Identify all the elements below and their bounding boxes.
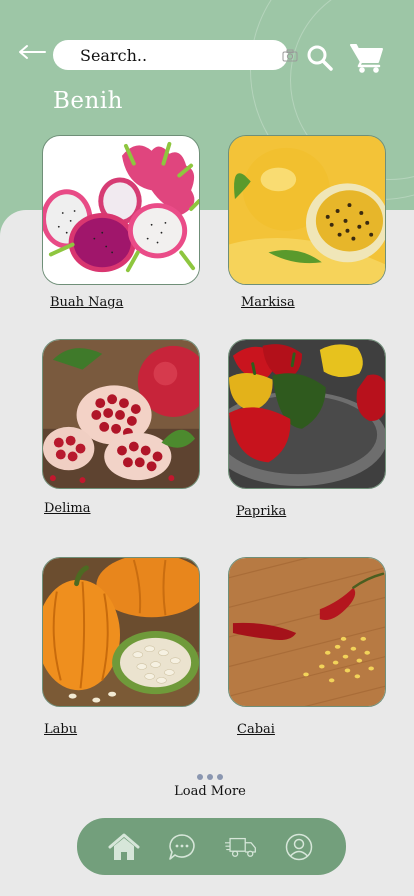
nav-home[interactable] [108, 831, 140, 863]
nav-profile[interactable] [283, 831, 315, 863]
bell-peppers-image [229, 340, 385, 488]
camera-icon[interactable] [282, 48, 298, 62]
chili-image [229, 558, 385, 706]
passion-fruit-image [229, 136, 385, 284]
profile-icon [285, 833, 313, 860]
arrow-left-icon [19, 45, 46, 59]
search-button[interactable] [306, 44, 334, 72]
product-label-pomegranate[interactable]: Delima [44, 501, 91, 516]
cart-icon [350, 44, 383, 73]
page-title: Benih [53, 88, 123, 114]
product-label-chili[interactable]: Cabai [237, 722, 275, 737]
product-card-passion-fruit[interactable] [228, 135, 386, 285]
product-label-dragon-fruit[interactable]: Buah Naga [50, 295, 123, 310]
product-card-dragon-fruit[interactable] [42, 135, 200, 285]
product-label-pumpkin[interactable]: Labu [44, 722, 77, 737]
product-card-pumpkin[interactable] [42, 557, 200, 707]
pumpkin-image [43, 558, 199, 706]
delivery-truck-icon [224, 837, 256, 857]
load-more-button[interactable]: Load More [160, 774, 260, 799]
bottom-navigation [77, 818, 346, 875]
product-card-pomegranate[interactable] [42, 339, 200, 489]
cart-button[interactable] [350, 42, 384, 74]
more-dots-icon [160, 774, 260, 780]
product-card-chili[interactable] [228, 557, 386, 707]
home-icon [108, 833, 140, 860]
nav-chat[interactable] [166, 831, 198, 863]
search-bar[interactable] [53, 40, 298, 70]
pomegranate-image [43, 340, 199, 488]
back-button[interactable] [16, 38, 48, 66]
chat-icon [169, 833, 196, 860]
search-icon [307, 45, 333, 71]
load-more-label: Load More [174, 784, 246, 799]
nav-delivery[interactable] [224, 831, 257, 863]
product-label-passion-fruit[interactable]: Markisa [241, 295, 295, 310]
product-card-bell-peppers[interactable] [228, 339, 386, 489]
search-input[interactable] [80, 45, 282, 65]
dragon-fruit-image [43, 136, 199, 284]
product-label-bell-peppers[interactable]: Paprika [236, 504, 286, 519]
